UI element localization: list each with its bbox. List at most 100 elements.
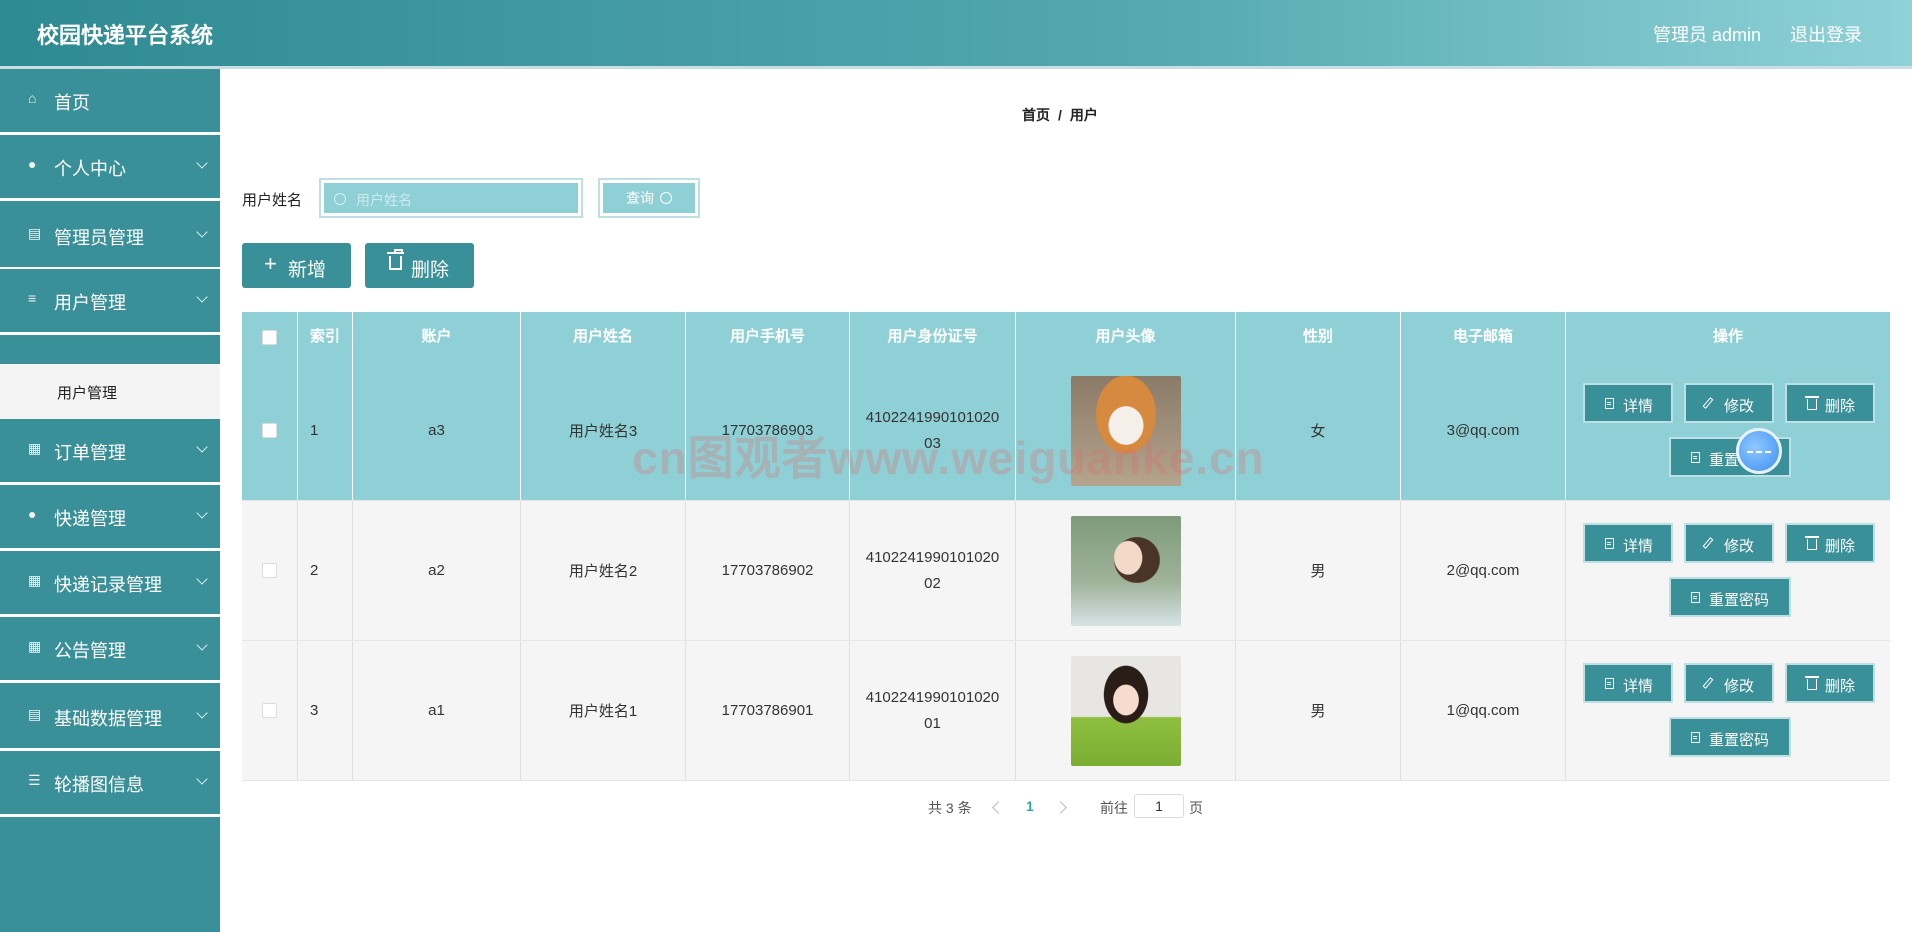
column-header: 用户手机号 <box>685 312 849 361</box>
id-card-value: 410224199010102002 <box>865 548 1000 592</box>
grid-icon: ▦ <box>28 572 42 588</box>
search-input[interactable] <box>354 183 578 217</box>
delete-button[interactable]: 删除 <box>1785 663 1875 703</box>
edit-button-label: 修改 <box>1724 538 1755 555</box>
trash-icon <box>1805 536 1819 550</box>
edit-button-label: 修改 <box>1724 398 1755 415</box>
sidebar-item-3[interactable]: ≡ 用户管理 <box>0 269 220 335</box>
detail-button-label: 详情 <box>1623 538 1654 555</box>
sidebar-item-8[interactable]: ▤ 基础数据管理 <box>0 685 220 751</box>
row-checkbox[interactable] <box>262 423 277 438</box>
document-icon <box>1691 592 1700 603</box>
delete-button[interactable]: 删除 <box>1785 383 1875 423</box>
column-header: 电子邮箱 <box>1400 312 1565 361</box>
sidebar-item-4[interactable]: ▦ 订单管理 <box>0 419 220 485</box>
detail-button[interactable]: 详情 <box>1583 663 1673 703</box>
table-header: 索引 账户 用户姓名 用户手机号 用户身份证号 用户头像 性别 电子邮箱 操作 <box>242 312 1890 361</box>
top-header: 校园快递平台系统 管理员 admin 退出登录 <box>0 0 1912 69</box>
pagination-page-label: 页 <box>1189 800 1203 816</box>
detail-button-label: 详情 <box>1623 398 1654 415</box>
breadcrumb-home[interactable]: 首页 <box>1022 107 1050 123</box>
email-cell: 3@qq.com <box>1400 361 1565 500</box>
sidebar-item-9[interactable]: ☰ 轮播图信息 <box>0 751 220 817</box>
sidebar-item-2[interactable]: ▤ 管理员管理 <box>0 204 220 270</box>
sidebar-item-label: 首页 <box>54 93 90 113</box>
row-checkbox[interactable] <box>262 563 277 578</box>
header-checkbox-cell <box>242 312 297 361</box>
logout-link[interactable]: 退出登录 <box>1790 21 1862 47</box>
column-header: 性别 <box>1235 312 1400 361</box>
edit-button[interactable]: 修改 <box>1684 663 1774 703</box>
reset-password-button-label: 重置密码 <box>1709 732 1770 749</box>
id-card-cell: 410224199010102002 <box>849 501 1015 640</box>
delete-button-label: 删除 <box>1825 538 1856 555</box>
girl-green-sweater-photo <box>1070 655 1181 766</box>
sidebar-item-7[interactable]: ▦ 公告管理 <box>0 617 220 683</box>
goto-page-input[interactable] <box>1134 794 1184 818</box>
location-pin-icon: ● <box>28 506 37 522</box>
reset-password-button[interactable]: 重置密码 <box>1669 577 1791 617</box>
sidebar-item-5[interactable]: ● 快递管理 <box>0 485 220 551</box>
table-row[interactable]: 2 a2 用户姓名2 17703786902 410224199010102002 男 2@… <box>242 501 1890 641</box>
list-icon: ≡ <box>28 290 37 306</box>
chevron-down-icon <box>196 441 208 453</box>
select-all-checkbox[interactable] <box>262 329 277 345</box>
reset-password-button[interactable]: 重置密码 <box>1669 717 1791 757</box>
breadcrumb-separator: / <box>1058 107 1062 123</box>
chevron-down-icon <box>196 157 208 169</box>
avatar-cell <box>1015 501 1235 640</box>
next-page-icon[interactable] <box>1054 801 1067 814</box>
index-cell: 1 <box>297 361 352 500</box>
edit-button-label: 修改 <box>1724 678 1755 695</box>
column-header: 用户身份证号 <box>849 312 1015 361</box>
sidebar-subitem-user-management[interactable]: 用户管理 <box>0 364 220 419</box>
sidebar-item-0[interactable]: ⌂ 首页 <box>0 69 220 135</box>
user-name-cell: 用户姓名1 <box>520 641 685 780</box>
detail-button[interactable]: 详情 <box>1583 383 1673 423</box>
phone-cell: 17703786901 <box>685 641 849 780</box>
clipboard-icon: ▤ <box>28 225 42 241</box>
floating-assistant-icon[interactable] <box>1736 428 1782 474</box>
table-row[interactable]: 3 a1 用户姓名1 17703786901 410224199010102001 男 1@… <box>242 641 1890 781</box>
app-title: 校园快递平台系统 <box>37 23 214 48</box>
sidebar-item-1[interactable]: ● 个人中心 <box>0 135 220 201</box>
prev-page-icon[interactable] <box>992 801 1005 814</box>
sidebar-subitem-label: 用户管理 <box>57 385 118 402</box>
document-icon <box>1691 452 1700 463</box>
add-button[interactable]: + 新增 <box>242 243 351 288</box>
sidebar-item-label: 轮播图信息 <box>54 775 144 795</box>
row-checkbox[interactable] <box>262 703 277 718</box>
sidebar-item-label: 用户管理 <box>54 293 126 313</box>
girl-profile-photo <box>1070 515 1181 626</box>
sidebar-item-label: 订单管理 <box>54 443 126 463</box>
sidebar-item-6[interactable]: ▦ 快递记录管理 <box>0 551 220 617</box>
query-button[interactable]: 查询 <box>598 178 700 218</box>
delete-button[interactable]: 删除 <box>1785 523 1875 563</box>
sidebar-item-label: 快递记录管理 <box>54 575 162 595</box>
clipboard-icon: ▤ <box>28 706 42 722</box>
trash-icon <box>1805 676 1819 690</box>
document-icon <box>1605 538 1614 549</box>
email-cell: 2@qq.com <box>1400 501 1565 640</box>
id-card-value: 410224199010102001 <box>865 688 1000 732</box>
chevron-down-icon <box>196 773 208 785</box>
gender-cell: 男 <box>1235 641 1400 780</box>
search-field[interactable] <box>319 178 583 218</box>
chevron-down-icon <box>196 707 208 719</box>
page-number[interactable]: 1 <box>1026 798 1034 814</box>
search-label: 用户姓名 <box>242 192 303 209</box>
column-header: 用户头像 <box>1015 312 1235 361</box>
breadcrumb: 首页 / 用户 <box>1022 105 1098 125</box>
edit-button[interactable]: 修改 <box>1684 383 1774 423</box>
chevron-down-icon <box>196 226 208 238</box>
pencil-icon <box>1702 537 1714 549</box>
operations-cell: 详情 修改 删除重置密码 <box>1565 641 1890 780</box>
pencil-icon <box>1702 397 1714 409</box>
grid-icon: ▦ <box>28 440 42 456</box>
checkbox-cell <box>242 641 297 780</box>
trash-icon <box>1805 396 1819 410</box>
detail-button[interactable]: 详情 <box>1583 523 1673 563</box>
add-button-label: 新增 <box>288 260 327 281</box>
batch-delete-button[interactable]: 删除 <box>365 243 474 288</box>
edit-button[interactable]: 修改 <box>1684 523 1774 563</box>
